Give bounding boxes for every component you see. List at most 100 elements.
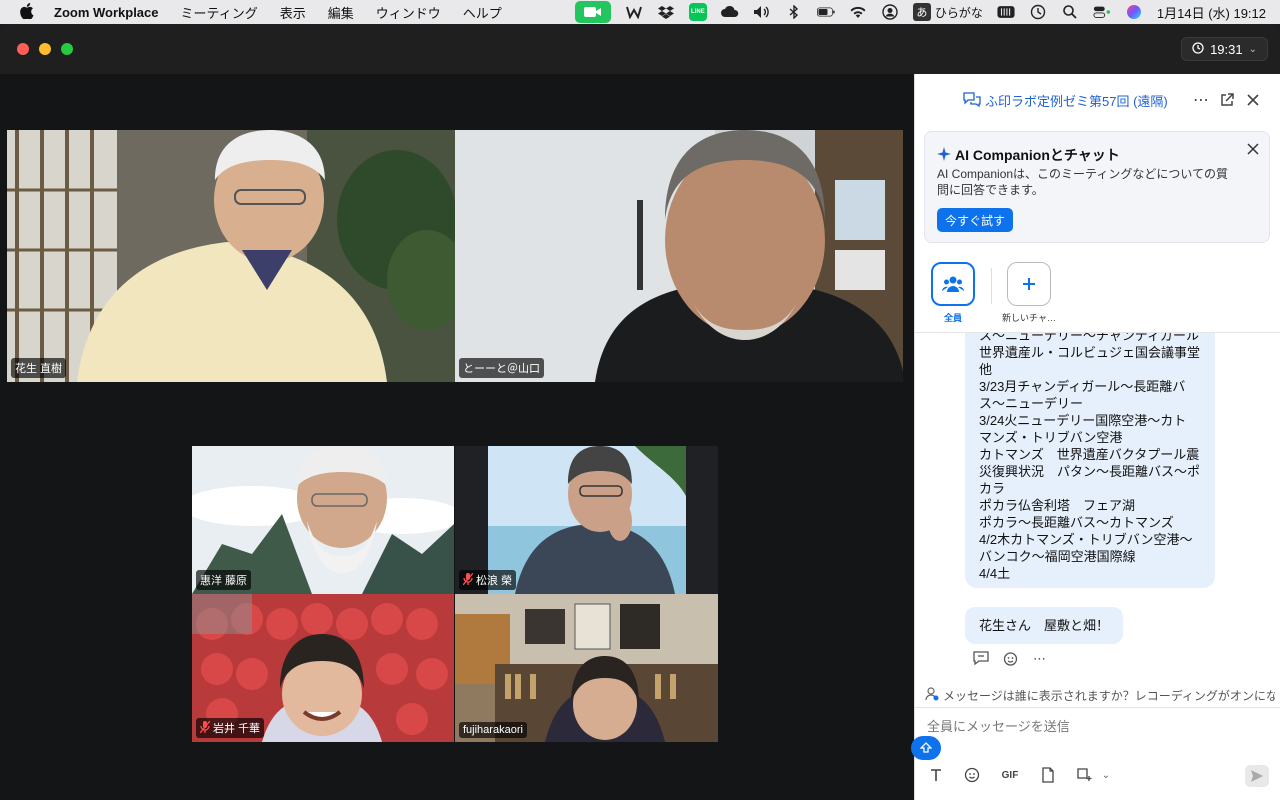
bluetooth-icon[interactable]	[785, 3, 803, 21]
message-input[interactable]: 全員にメッセージを送信	[927, 716, 1070, 735]
volume-icon[interactable]	[753, 3, 771, 21]
sparkle-icon	[937, 146, 951, 164]
chat-title[interactable]: ふ印ラボ定例ゼミ第57回 (遠隔)	[963, 91, 1168, 110]
video-gallery: 花生 直樹 とーーと＠山口 惠洋 藤原 松浪 榮 岩井 千華 fujiharak…	[0, 74, 914, 800]
pop-out-icon[interactable]	[1216, 89, 1238, 111]
message-list[interactable]: ス〜ニューデリー〜チャンディガール 世界遺産ル・コルビュジェ国会議事堂 他 3/…	[915, 332, 1280, 682]
message-line: ポカラ〜長距離バス〜カトマンズ	[979, 515, 1174, 530]
reply-icon[interactable]	[973, 651, 989, 670]
user-account-icon[interactable]	[881, 3, 899, 21]
muted-mic-icon	[462, 572, 474, 588]
menu-window[interactable]: ウィンドウ	[376, 3, 441, 22]
participant-name: とーーと＠山口	[463, 363, 540, 375]
participant-name: 岩井 千華	[213, 723, 261, 735]
send-button[interactable]	[1245, 765, 1269, 787]
chat-header: ふ印ラボ定例ゼミ第57回 (遠隔) ⋯	[915, 74, 1280, 126]
message-composer: 全員にメッセージを送信 GIF ⌄	[911, 707, 1280, 800]
video-tile[interactable]: fujiharakaori	[455, 594, 718, 742]
clock-icon	[1192, 41, 1204, 57]
spotlight-search-icon[interactable]	[1061, 3, 1079, 21]
screenshot-icon[interactable]	[1075, 766, 1093, 784]
people-info-icon	[925, 687, 939, 704]
input-source-icon[interactable]: あ	[912, 3, 931, 21]
message-line: 4/2木カトマンズ・トリブバン空港〜	[979, 532, 1193, 547]
ai-card-title: AI Companionとチャット	[937, 145, 1120, 165]
text-format-icon[interactable]	[927, 766, 945, 784]
app-menu[interactable]: Zoom Workplace	[54, 5, 159, 20]
webex-icon[interactable]	[625, 3, 643, 21]
zoom-window-button[interactable]	[61, 43, 73, 55]
menu-edit[interactable]: 編集	[328, 3, 354, 22]
control-center-icon[interactable]	[1093, 3, 1111, 21]
message-actions: ⋯	[973, 651, 1046, 670]
message-line: 他	[979, 362, 993, 377]
chevron-down-icon[interactable]: ⌄	[1097, 766, 1115, 784]
menu-meeting[interactable]: ミーティング	[181, 3, 258, 22]
wifi-icon[interactable]	[849, 3, 867, 21]
zoom-window: 19:31 ⌄ 花生 直樹 とーーと＠山口 惠洋 藤原 松浪 榮 岩井 千華 f…	[0, 24, 1280, 800]
message-line: 3/24火ニューデリー国際空港〜カト	[979, 413, 1187, 428]
close-icon[interactable]	[1242, 89, 1264, 111]
recipient-label: 新しいチャ…	[1002, 313, 1056, 323]
apple-menu-icon[interactable]	[20, 2, 34, 22]
line-app-icon[interactable]: LINE	[688, 3, 707, 21]
menu-help[interactable]: ヘルプ	[463, 3, 502, 22]
recipient-everyone[interactable]: 全員	[913, 262, 993, 324]
zoom-video-icon[interactable]	[574, 1, 611, 23]
meeting-timer[interactable]: 19:31 ⌄	[1181, 37, 1268, 61]
message-line: 花生さん 屋敷と畑！	[979, 618, 1110, 633]
video-tile[interactable]: 花生 直樹	[7, 130, 455, 382]
participant-name: 惠洋 藤原	[200, 575, 248, 587]
file-icon[interactable]	[1039, 766, 1057, 784]
time-machine-icon[interactable]	[1029, 3, 1047, 21]
add-reaction-icon[interactable]	[1003, 651, 1019, 670]
more-options-icon[interactable]: ⋯	[1033, 651, 1046, 670]
message-line: マンズ・トリブバン空港	[979, 430, 1123, 445]
participant-name-tag: 花生 直樹	[11, 358, 67, 378]
cloud-sync-icon[interactable]	[720, 3, 739, 21]
video-tile[interactable]: とーーと＠山口	[455, 130, 903, 382]
composer-toolbar: GIF ⌄	[927, 766, 1115, 784]
message-line: カラ	[979, 481, 1006, 496]
chat-message[interactable]: 花生さん 屋敷と畑！	[965, 607, 1124, 644]
timer-value: 19:31	[1210, 41, 1243, 57]
more-options-icon[interactable]: ⋯	[1190, 89, 1212, 111]
message-line: ス〜ニューデリー	[979, 396, 1084, 411]
video-tile[interactable]: 岩井 千華	[192, 594, 454, 742]
message-line: カトマンズ 世界遺産バクタプール震	[979, 447, 1200, 462]
gif-button[interactable]: GIF	[999, 766, 1021, 784]
try-now-button[interactable]: 今すぐ試す	[937, 208, 1014, 232]
message-line: ス〜ニューデリー〜チャンディガール	[979, 332, 1199, 343]
chat-panel: ふ印ラボ定例ゼミ第57回 (遠隔) ⋯ AI Companionとチャット AI…	[911, 74, 1280, 800]
participant-name-tag: fujiharakaori	[459, 722, 527, 738]
video-tile[interactable]: 松浪 榮	[455, 446, 718, 594]
close-icon[interactable]	[1247, 142, 1259, 160]
new-chat-button[interactable]: 新しいチャ…	[989, 262, 1069, 324]
group-icon	[931, 262, 975, 306]
chat-bubbles-icon	[963, 91, 981, 110]
plus-icon	[1007, 262, 1051, 306]
emoji-icon[interactable]	[963, 766, 981, 784]
siri-icon[interactable]	[1125, 3, 1143, 21]
participant-name-tag: 惠洋 藤原	[196, 570, 252, 590]
scroll-up-icon[interactable]	[911, 736, 941, 760]
dropbox-icon[interactable]	[657, 3, 675, 21]
menu-bar: Zoom Workplace ミーティング 表示 編集 ウィンドウ ヘルプ LI…	[0, 0, 1280, 24]
video-tile[interactable]: 惠洋 藤原	[192, 446, 454, 594]
message-line: 災復興状況 パタン〜長距離バス〜ポ	[979, 464, 1201, 479]
battery-icon[interactable]	[816, 3, 835, 21]
visibility-notice[interactable]: メッセージは誰に表示されますか？レコーディングがオンにな…	[925, 687, 1275, 704]
input-mode-label[interactable]: ひらがな	[935, 4, 983, 21]
participant-video	[455, 130, 903, 382]
participant-video	[7, 130, 455, 382]
menubar-datetime[interactable]: 1月14日 (水) 19:12	[1157, 3, 1266, 22]
keyboard-grid-icon[interactable]	[997, 3, 1015, 21]
close-window-button[interactable]	[17, 43, 29, 55]
chat-message[interactable]: ス〜ニューデリー〜チャンディガール 世界遺産ル・コルビュジェ国会議事堂 他 3/…	[965, 332, 1215, 588]
message-line: 世界遺産ル・コルビュジェ国会議事堂	[979, 345, 1201, 360]
participant-name: 松浪 榮	[476, 575, 513, 587]
message-line: バンコク〜福岡空港国際線	[979, 549, 1136, 564]
minimize-window-button[interactable]	[39, 43, 51, 55]
ai-title-text: AI Companionとチャット	[955, 147, 1120, 163]
menu-view[interactable]: 表示	[280, 3, 306, 22]
